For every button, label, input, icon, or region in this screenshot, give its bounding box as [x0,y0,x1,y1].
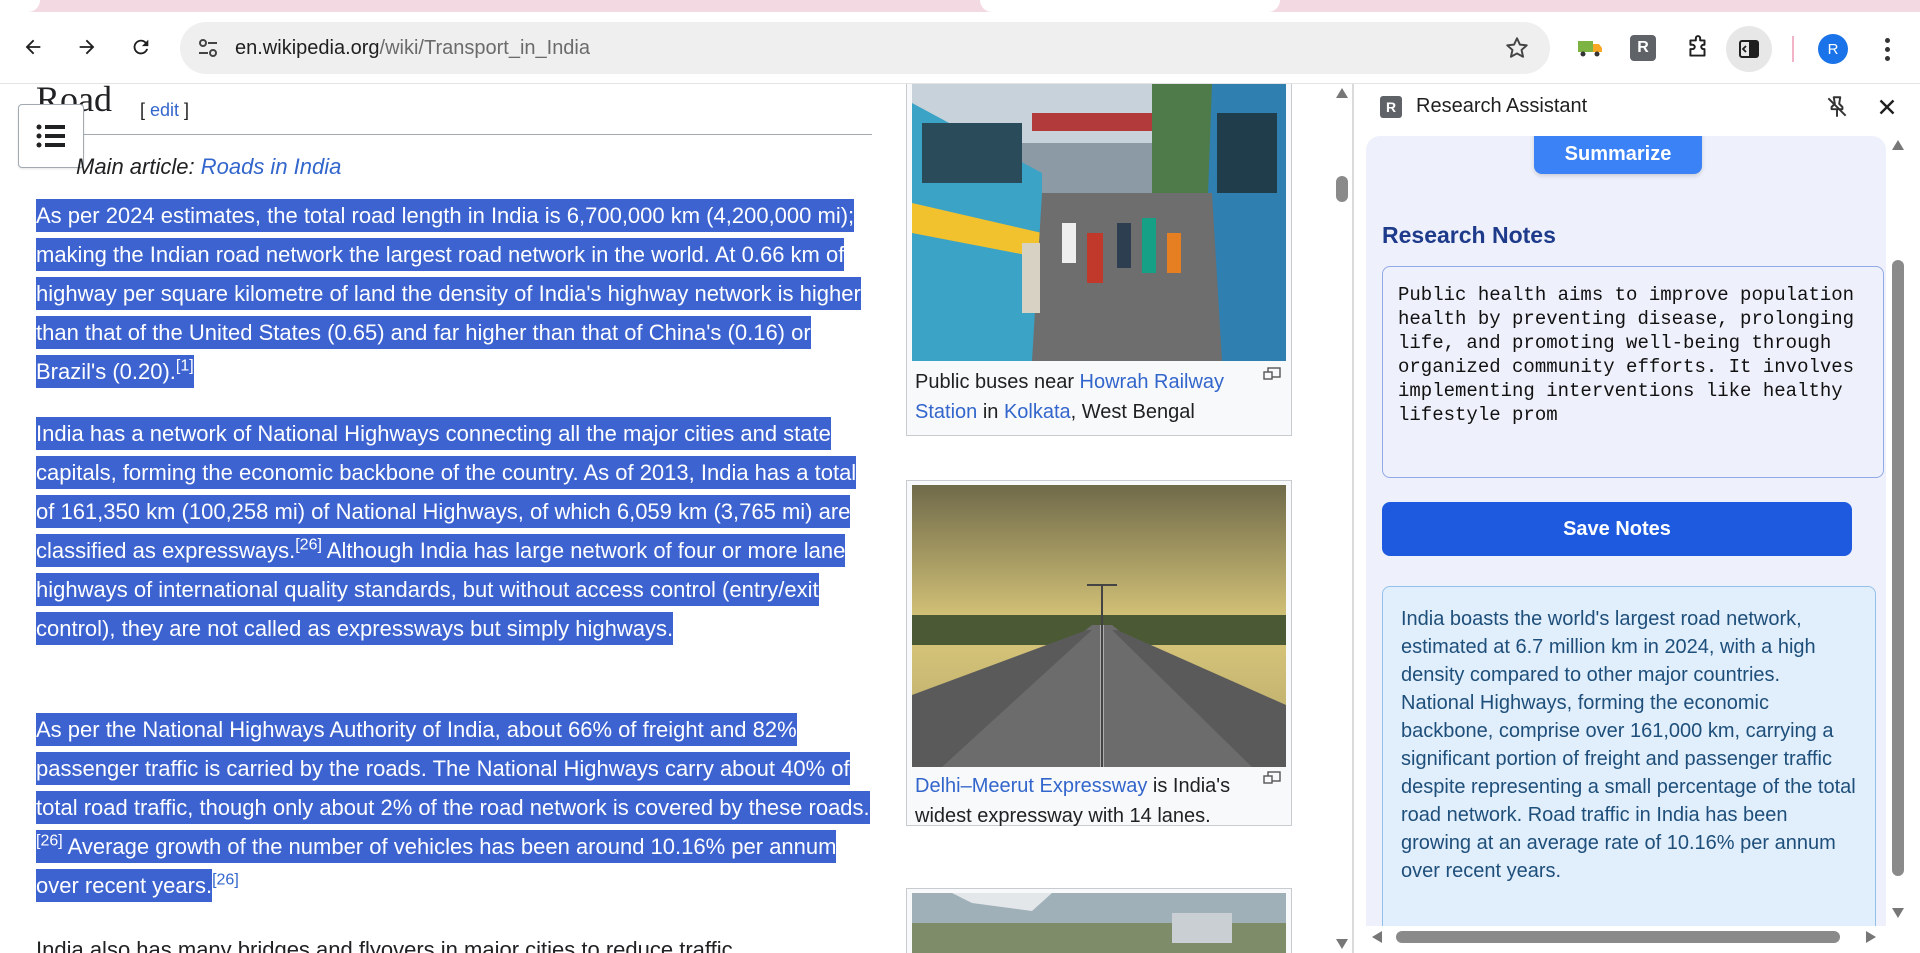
side-panel-icon [1739,40,1759,58]
kebab-menu-icon[interactable] [1872,34,1902,64]
delhi-meerut-expressway-link[interactable]: Delhi–Meerut Expressway [915,775,1147,797]
side-panel-header: R Research Assistant [1354,84,1920,134]
research-notes-textarea[interactable]: Public health aims to improve population… [1382,266,1884,478]
article-content: Road [ edit ] Main article: Roads in Ind… [0,84,1332,953]
close-icon[interactable] [1874,94,1900,120]
reload-button[interactable] [124,30,158,64]
enlarge-icon[interactable] [1263,367,1281,381]
url-path: /wiki/Transport_in_India [379,37,590,59]
citation-26[interactable]: [26] [36,833,63,850]
truck-icon [1578,41,1602,57]
kolkata-link[interactable]: Kolkata [1004,401,1071,423]
summarize-button[interactable]: Summarize [1534,136,1702,174]
scrollbar-thumb[interactable] [1336,176,1348,202]
url-text[interactable]: en.wikipedia.org/wiki/Transport_in_India [235,37,590,60]
figure-caption: Delhi–Meerut Expressway is India's wides… [915,771,1245,831]
edit-link[interactable]: edit [150,100,179,120]
summary-output: India boasts the world's largest road ne… [1382,586,1876,926]
puzzle-icon [1689,35,1706,57]
tab-gap [980,0,1280,12]
side-panel-content: Summarize Research Notes Public health a… [1366,136,1886,926]
reload-icon [133,39,149,55]
scroll-right-icon[interactable] [1866,931,1876,943]
section-edit: [ edit ] [140,100,189,121]
side-panel-vertical-scrollbar[interactable] [1886,136,1910,926]
paragraph-bridges: India also has many bridges and flyovers… [36,930,876,953]
save-notes-button[interactable]: Save Notes [1382,502,1852,556]
expressway-photo[interactable] [912,485,1286,767]
scroll-down-icon[interactable] [1336,939,1348,949]
citation-1[interactable]: [1] [176,358,194,375]
figure-kolkata-buses: Public buses near Howrah Railway Station… [906,84,1292,436]
caption-text: in [977,401,1004,423]
scroll-left-icon[interactable] [1372,931,1382,943]
url-host: en.wikipedia.org [235,37,380,59]
side-panel-title: Research Assistant [1416,95,1588,117]
article-scrollbar[interactable] [1332,84,1352,953]
paragraph-text: India also has many bridges and flyovers… [36,937,733,953]
research-assistant-logo: R [1380,96,1402,118]
caption-text: , West Bengal [1070,401,1195,423]
paragraph-text: Average growth of the number of vehicles… [36,834,837,898]
scroll-down-icon[interactable] [1892,908,1904,918]
enlarge-icon[interactable] [1263,771,1281,785]
extensions-button[interactable] [1682,32,1714,64]
main-article-hatnote: Main article: Roads in India [76,154,341,180]
edit-bracket-open: [ [140,100,151,120]
back-arrow-icon [25,39,41,55]
truck-extension-button[interactable] [1574,32,1606,64]
paragraph-text: As per 2024 estimates, the total road le… [36,203,861,384]
heading-divider [36,134,872,135]
paragraph-road-length: As per 2024 estimates, the total road le… [36,196,876,391]
forward-arrow-icon [79,39,95,55]
toolbar: en.wikipedia.org/wiki/Transport_in_India… [0,12,1920,84]
back-button[interactable] [16,30,50,64]
browser-window: en.wikipedia.org/wiki/Transport_in_India… [0,0,1920,953]
side-panel: R Research Assistant Summarize Research … [1354,84,1920,953]
scroll-up-icon[interactable] [1336,88,1348,98]
toc-toggle-button[interactable] [18,104,84,168]
selected-text: As per 2024 estimates, the total road le… [36,199,861,388]
kolkata-bus-photo[interactable] [912,84,1286,361]
tab-strip [0,0,1920,12]
scroll-up-icon[interactable] [1892,140,1904,150]
unpin-icon[interactable] [1824,94,1850,120]
figure-caption: Public buses near Howrah Railway Station… [915,367,1245,427]
research-notes-title: Research Notes [1382,222,1556,248]
caption-text: Public buses near [915,371,1080,393]
address-bar[interactable]: en.wikipedia.org/wiki/Transport_in_India [180,22,1550,74]
aerial-city-photo[interactable] [912,893,1286,953]
figure-delhi-meerut-expressway: Delhi–Meerut Expressway is India's wides… [906,480,1292,827]
profile-avatar[interactable]: R [1818,34,1848,64]
hatnote-prefix: Main article: [76,154,201,179]
paragraph-traffic-share: As per the National Highways Authority o… [36,710,876,905]
selected-text: India has a network of National Highways… [36,417,857,645]
scrollbar-thumb[interactable] [1396,931,1840,943]
research-extension-button[interactable]: R [1630,35,1656,61]
selected-text: As per the National Highways Authority o… [36,713,870,902]
citation-26[interactable]: [26] [295,537,322,554]
scrollbar-thumb[interactable] [1892,260,1904,876]
site-info-icon[interactable] [196,36,220,60]
tab-edge [0,0,40,12]
roads-in-india-link[interactable]: Roads in India [201,154,342,179]
list-icon [36,124,65,148]
edit-bracket-close: ] [179,100,190,120]
figure-aerial-city [906,888,1292,953]
forward-button[interactable] [70,30,104,64]
toolbar-separator [1792,36,1794,62]
star-icon[interactable] [1504,35,1530,61]
citation-26[interactable]: [26] [212,872,239,889]
paragraph-national-highways: India has a network of National Highways… [36,414,876,648]
paragraph-text: As per the National Highways Authority o… [36,717,870,820]
side-panel-button[interactable] [1726,26,1772,72]
side-panel-horizontal-scrollbar[interactable] [1366,926,1886,948]
